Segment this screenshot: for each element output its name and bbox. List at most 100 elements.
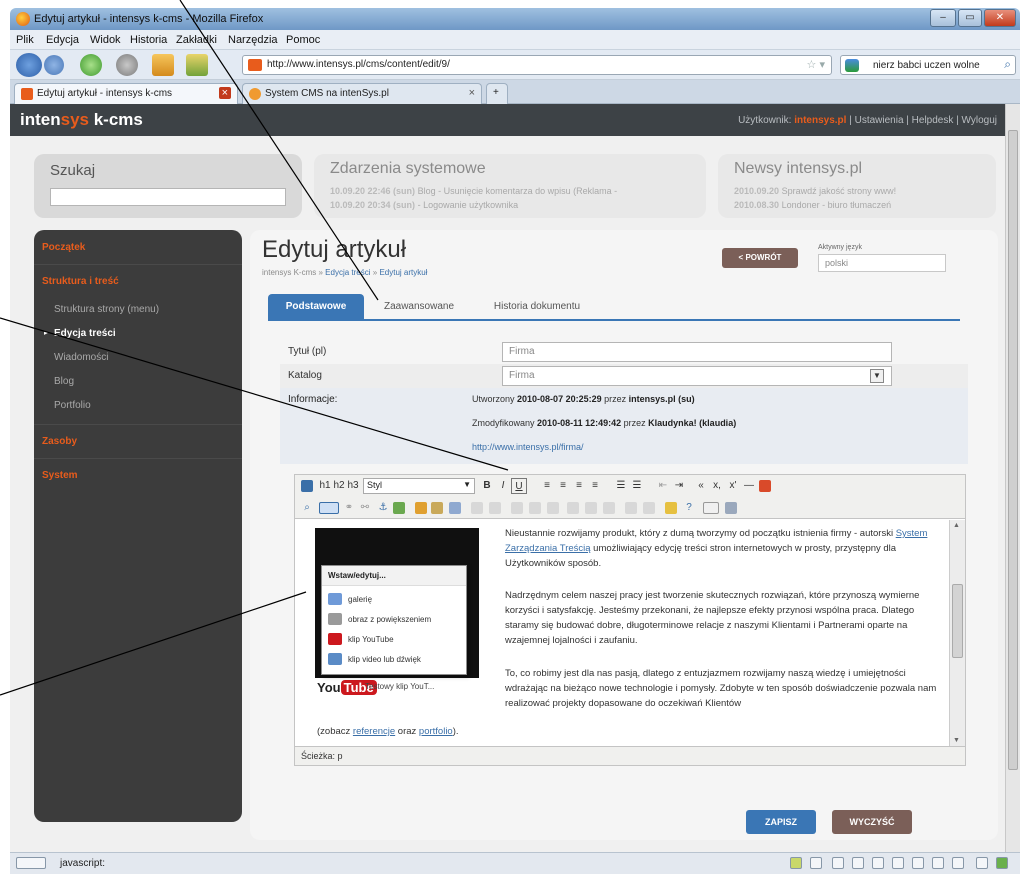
bold-button[interactable]: B xyxy=(479,478,495,494)
addon-icon[interactable] xyxy=(186,54,208,76)
outdent-icon[interactable]: ⇤ xyxy=(655,478,671,494)
new-tab-button[interactable]: + xyxy=(486,83,508,104)
event-item[interactable]: 10.09.20 22:46 (sun) Blog - Usunięcie ko… xyxy=(330,186,617,196)
back-icon[interactable] xyxy=(16,53,42,77)
status-toggle-icon[interactable] xyxy=(16,857,46,869)
align-left-icon[interactable]: ≡ xyxy=(539,478,555,494)
insert-image-icon[interactable] xyxy=(393,502,405,514)
bookmark-star-icon[interactable]: ☆ ▾ xyxy=(807,58,825,71)
back-button[interactable]: < POWRÓT xyxy=(722,248,798,268)
sidebar-item-system[interactable]: System xyxy=(42,470,78,481)
editor-scrollbar[interactable]: ▲ ▼ xyxy=(949,520,965,746)
heading-3-button[interactable]: h3 xyxy=(345,478,361,494)
scroll-down-icon[interactable]: ▼ xyxy=(953,737,960,744)
style-select[interactable]: Styl ▼ xyxy=(363,478,475,494)
table-props-icon[interactable] xyxy=(489,502,501,514)
fullscreen-icon[interactable] xyxy=(725,502,737,514)
sidebar-item-structure[interactable]: Struktura i treść xyxy=(42,276,119,287)
sidebar-item-resources[interactable]: Zasoby xyxy=(42,436,77,447)
menu-edit[interactable]: Edycja xyxy=(46,34,79,46)
table-icon[interactable] xyxy=(471,502,483,514)
editor-content[interactable]: You Tube Testowy klip YouT... Nieustannie… xyxy=(295,520,949,746)
user-name[interactable]: intensys.pl xyxy=(794,115,846,126)
search-input[interactable] xyxy=(50,188,286,206)
menu-view[interactable]: Widok xyxy=(90,34,121,46)
sidebar-item-blog[interactable]: Blog xyxy=(54,376,74,387)
forward-icon[interactable] xyxy=(44,55,64,75)
row-after-icon[interactable] xyxy=(529,502,541,514)
scroll-thumb[interactable] xyxy=(952,584,963,658)
scroll-up-icon[interactable]: ▲ xyxy=(953,522,960,529)
subscript-button[interactable]: x, xyxy=(709,478,725,494)
chevron-down-icon[interactable]: ▼ xyxy=(870,369,884,383)
anchor-icon[interactable]: ⚓ xyxy=(375,500,391,516)
tool-status-icon[interactable] xyxy=(872,857,884,869)
paste-icon[interactable] xyxy=(431,502,443,514)
address-bar[interactable]: http://www.intensys.pl/cms/content/edit/… xyxy=(242,55,832,75)
language-input[interactable]: polski xyxy=(818,254,946,272)
tab-close-icon[interactable]: × xyxy=(218,87,231,99)
catalog-select[interactable]: Firma xyxy=(502,366,892,386)
tab-close-icon[interactable]: × xyxy=(469,87,475,99)
tab-history[interactable]: Historia dokumentu xyxy=(472,294,602,319)
options-status-icon[interactable] xyxy=(976,857,988,869)
indent-icon[interactable]: ⇥ xyxy=(671,478,687,494)
close-window-button[interactable]: ✕ xyxy=(984,9,1016,27)
home-icon[interactable] xyxy=(152,54,174,76)
clear-button[interactable]: WYCZYŚĆ xyxy=(832,810,912,834)
quote-button[interactable]: « xyxy=(693,478,709,494)
page-status-icon[interactable] xyxy=(810,857,822,869)
secure-status-icon[interactable] xyxy=(996,857,1008,869)
menu-bookmarks[interactable]: Zakładki xyxy=(176,34,217,46)
col-before-icon[interactable] xyxy=(567,502,579,514)
title-input[interactable]: Firma xyxy=(502,342,892,362)
tab-basic[interactable]: Podstawowe xyxy=(268,294,364,319)
italic-button[interactable]: I xyxy=(495,478,511,494)
edit-icon[interactable] xyxy=(449,502,461,514)
references-link[interactable]: referencje xyxy=(353,726,395,737)
breadcrumb-item[interactable]: intensys K-cms xyxy=(262,268,316,277)
portfolio-link[interactable]: portfolio xyxy=(419,726,453,737)
col-after-icon[interactable] xyxy=(585,502,597,514)
underline-button[interactable]: U xyxy=(511,478,527,494)
sync-status-icon[interactable] xyxy=(912,857,924,869)
stop-icon[interactable] xyxy=(116,54,138,76)
user-links[interactable]: | Ustawienia | Helpdesk | Wyloguj xyxy=(849,115,997,126)
tab-edit-article[interactable]: Edytuj artykuł - intensys k-cms × xyxy=(14,83,238,104)
unlink-icon[interactable]: ⚯ xyxy=(357,500,373,516)
web-status-icon[interactable] xyxy=(852,857,864,869)
reload-icon[interactable] xyxy=(80,54,102,76)
delete-col-icon[interactable] xyxy=(603,502,615,514)
event-item[interactable]: 10.09.20 20:34 (sun) - Logowanie użytkow… xyxy=(330,200,518,210)
find-icon[interactable]: ⌕ xyxy=(299,500,315,516)
cut-icon[interactable] xyxy=(415,502,427,514)
breadcrumb-item[interactable]: Edytuj artykuł xyxy=(379,268,427,277)
link-icon[interactable]: ⚭ xyxy=(341,500,357,516)
sidebar-item-menu[interactable]: Struktura strony (menu) xyxy=(54,304,159,315)
tab-advanced[interactable]: Zaawansowane xyxy=(368,294,470,319)
edit-status-icon[interactable] xyxy=(832,857,844,869)
breadcrumb-item[interactable]: Edycja treści xyxy=(325,268,370,277)
html-icon[interactable] xyxy=(703,502,719,514)
news-item[interactable]: 2010.08.30 Londoner - biuro tłumaczeń xyxy=(734,200,891,210)
menu-help[interactable]: Pomoc xyxy=(286,34,320,46)
help-icon[interactable]: ? xyxy=(681,500,697,516)
merge-cells-icon[interactable] xyxy=(643,502,655,514)
align-justify-icon[interactable]: ≡ xyxy=(587,478,603,494)
superscript-button[interactable]: x' xyxy=(725,478,741,494)
tab-system-cms[interactable]: System CMS na intenSys.pl × xyxy=(242,83,482,104)
news-item[interactable]: 2010.09.20 Sprawdź jakość strony www! xyxy=(734,186,896,196)
sidebar-item-content-edit[interactable]: Edycja treści xyxy=(54,328,116,339)
search-icon[interactable]: ⌕ xyxy=(1004,57,1011,72)
minimize-button[interactable]: – xyxy=(930,9,956,27)
number-list-icon[interactable]: ☰ xyxy=(629,478,645,494)
image-icon[interactable] xyxy=(759,480,771,492)
page-scroll-thumb[interactable] xyxy=(1008,130,1018,770)
delete-row-icon[interactable] xyxy=(547,502,559,514)
sidebar-item-start[interactable]: Początek xyxy=(42,242,85,253)
search-engine-icon[interactable] xyxy=(845,59,859,72)
menu-file[interactable]: Plik xyxy=(16,34,34,46)
info-status-icon[interactable] xyxy=(892,857,904,869)
align-center-icon[interactable]: ≡ xyxy=(555,478,571,494)
menu-tools[interactable]: Narzędzia xyxy=(228,34,278,46)
